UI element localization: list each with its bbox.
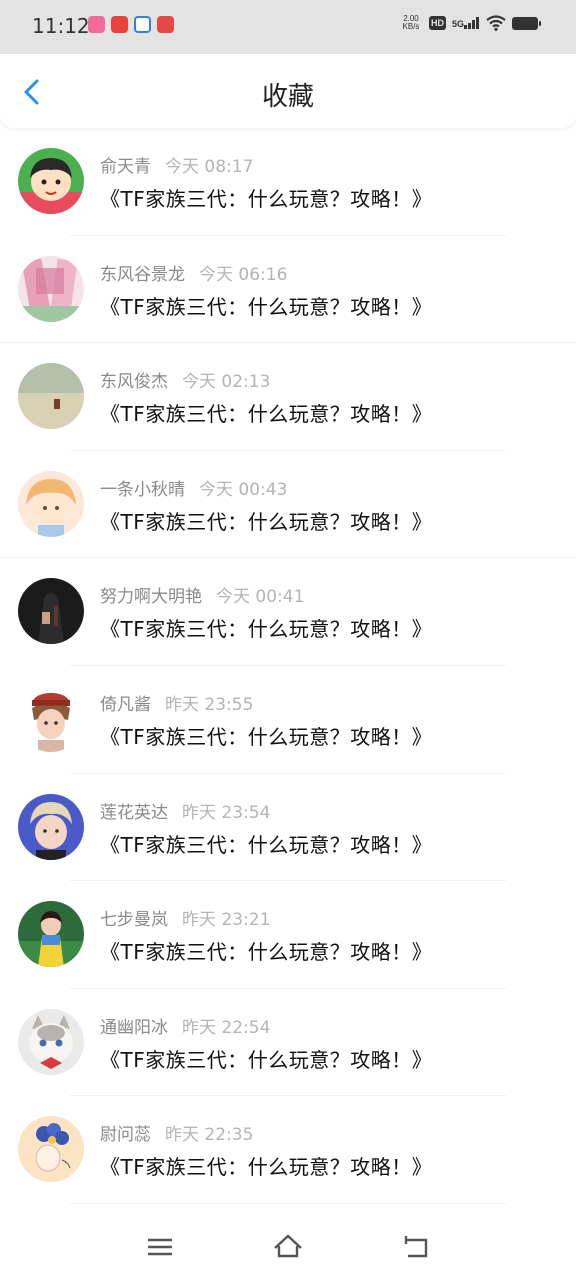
avatar [18,1008,84,1075]
wifi-icon [486,15,506,31]
item-title: 《TF家族三代：什么玩意？攻略！》 [100,294,433,319]
list-item[interactable]: 东风俊杰 今天 02:13 《TF家族三代：什么玩意？攻略！》 [0,343,576,451]
favorites-list: 俞天青 今天 08:17 《TF家族三代：什么玩意？攻略！》 东风谷景龙 今天 06… [0,128,576,1204]
list-item[interactable]: 尉问蕊 昨天 22:35 《TF家族三代：什么玩意？攻略！》 [0,1096,576,1204]
status-bar: 11:12 2.00 KB/s HD 5G [0,0,576,54]
item-title: 《TF家族三代：什么玩意？攻略！》 [100,402,433,427]
page-title: 收藏 [261,82,314,112]
item-title: 《TF家族三代：什么玩意？攻略！》 [100,1047,433,1072]
item-time: 昨天 22:35 [165,1125,254,1146]
app-icon-blue [134,16,151,33]
item-name: 通幽阳冰 [100,1017,168,1038]
avatar [18,1116,84,1183]
menu-icon [148,1238,172,1256]
list-item[interactable]: 通幽阳冰 昨天 22:54 《TF家族三代：什么玩意？攻略！》 [0,989,576,1097]
avatar [18,363,84,430]
item-time: 昨天 22:54 [182,1017,271,1038]
item-name: 努力啊大明艳 [100,587,202,608]
menu-button[interactable] [144,1232,176,1262]
item-time: 今天 06:16 [199,264,288,285]
item-name: 莲花英达 [100,802,168,823]
header: 收藏 [0,54,576,128]
list-item[interactable]: 俞天青 今天 08:17 《TF家族三代：什么玩意？攻略！》 [0,128,576,236]
status-time: 11:12 [32,14,90,38]
back-nav-button[interactable] [400,1232,432,1262]
item-title: 《TF家族三代：什么玩意？攻略！》 [100,940,433,965]
back-icon [404,1236,428,1258]
item-time: 昨天 23:55 [165,694,254,715]
home-icon [274,1234,302,1258]
system-nav-bar [0,1214,576,1280]
avatar [18,148,84,214]
item-time: 今天 02:13 [182,372,271,393]
avatar [18,578,84,645]
app-icon-red [111,16,128,33]
app-icon-pink [88,16,105,33]
item-time: 昨天 23:54 [182,802,271,823]
notification-icons [88,16,174,33]
divider [70,1202,506,1204]
avatar [18,470,84,537]
signal-icon: 5G [452,17,480,29]
item-name: 七步曼岚 [100,910,168,931]
item-time: 今天 00:41 [216,587,305,608]
net-speed: 2.00 KB/s [402,14,420,31]
battery-icon [512,16,541,30]
item-name: 尉问蕊 [100,1125,151,1146]
item-title: 《TF家族三代：什么玩意？攻略！》 [100,724,433,749]
item-time: 今天 08:17 [165,157,254,177]
item-name: 倚凡酱 [100,694,151,715]
item-title: 《TF家族三代：什么玩意？攻略！》 [100,1155,433,1180]
item-title: 《TF家族三代：什么玩意？攻略！》 [100,509,433,534]
item-name: 东风谷景龙 [100,264,185,285]
item-name: 东风俊杰 [100,372,168,393]
item-title: 《TF家族三代：什么玩意？攻略！》 [100,617,433,642]
avatar [18,255,84,322]
avatar [18,793,84,860]
item-name: 一条小秋晴 [100,479,185,500]
hd-icon: HD [428,16,446,30]
list-item[interactable]: 七步曼岚 昨天 23:21 《TF家族三代：什么玩意？攻略！》 [0,881,576,989]
item-time: 今天 00:43 [199,479,288,500]
app-icon-ticket [157,16,174,33]
item-name: 俞天青 [100,157,151,177]
list-item[interactable]: 一条小秋晴 今天 00:43 《TF家族三代：什么玩意？攻略！》 [0,451,576,559]
item-title: 《TF家族三代：什么玩意？攻略！》 [100,187,433,211]
item-time: 昨天 23:21 [182,910,271,931]
list-item[interactable]: 倚凡酱 昨天 23:55 《TF家族三代：什么玩意？攻略！》 [0,666,576,774]
list-item[interactable]: 莲花英达 昨天 23:54 《TF家族三代：什么玩意？攻略！》 [0,774,576,882]
list-item[interactable]: 努力啊大明艳 今天 00:41 《TF家族三代：什么玩意？攻略！》 [0,558,576,666]
avatar [18,685,84,752]
status-indicators: 2.00 KB/s HD 5G [399,14,541,31]
item-title: 《TF家族三代：什么玩意？攻略！》 [100,832,433,857]
avatar [18,901,84,968]
home-button[interactable] [272,1232,304,1262]
list-item[interactable]: 东风谷景龙 今天 06:16 《TF家族三代：什么玩意？攻略！》 [0,236,576,344]
